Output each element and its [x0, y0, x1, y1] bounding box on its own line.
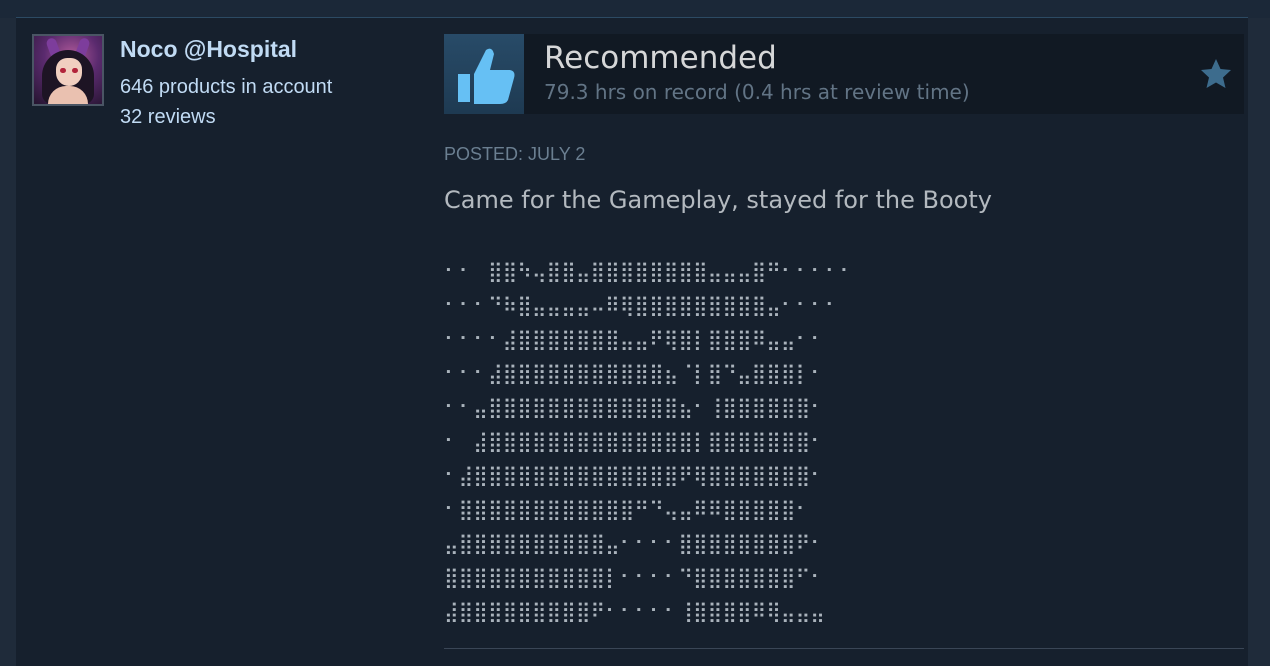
reviews-count-link[interactable]: 32 reviews: [120, 106, 216, 129]
review-text: Came for the Gameplay, stayed for the Bo…: [444, 186, 992, 214]
review-page: Noco @Hospital 646 products in account 3…: [0, 0, 1270, 666]
avatar-image: [34, 36, 102, 104]
posted-date: POSTED: JULY 2: [444, 144, 586, 164]
star-icon[interactable]: [1198, 56, 1234, 92]
author-name-link[interactable]: Noco @Hospital: [120, 36, 297, 63]
review-card: Noco @Hospital 646 products in account 3…: [16, 17, 1248, 666]
ascii-art: ⠂⠂⠀⣿⣿⠳⢤⣿⣿⣤⣿⣿⣿⣿⣿⣿⣿⣿⣤⣤⣤⣿⠛⠂⠂⠂⠂⠂ ⠂⠂⠂⠙⠷⣿⣤⣤⣤⣤⠤…: [444, 259, 855, 623]
divider: [444, 648, 1244, 649]
hours-on-record: 79.3 hrs on record (0.4 hrs at review ti…: [544, 80, 970, 104]
vote-header[interactable]: Recommended 79.3 hrs on record (0.4 hrs …: [444, 34, 1244, 114]
products-count-link[interactable]: 646 products in account: [120, 76, 332, 99]
avatar[interactable]: [32, 34, 104, 106]
top-strip: [0, 0, 1270, 18]
thumbs-up-icon: [444, 34, 524, 114]
recommendation-title: Recommended: [544, 40, 777, 76]
